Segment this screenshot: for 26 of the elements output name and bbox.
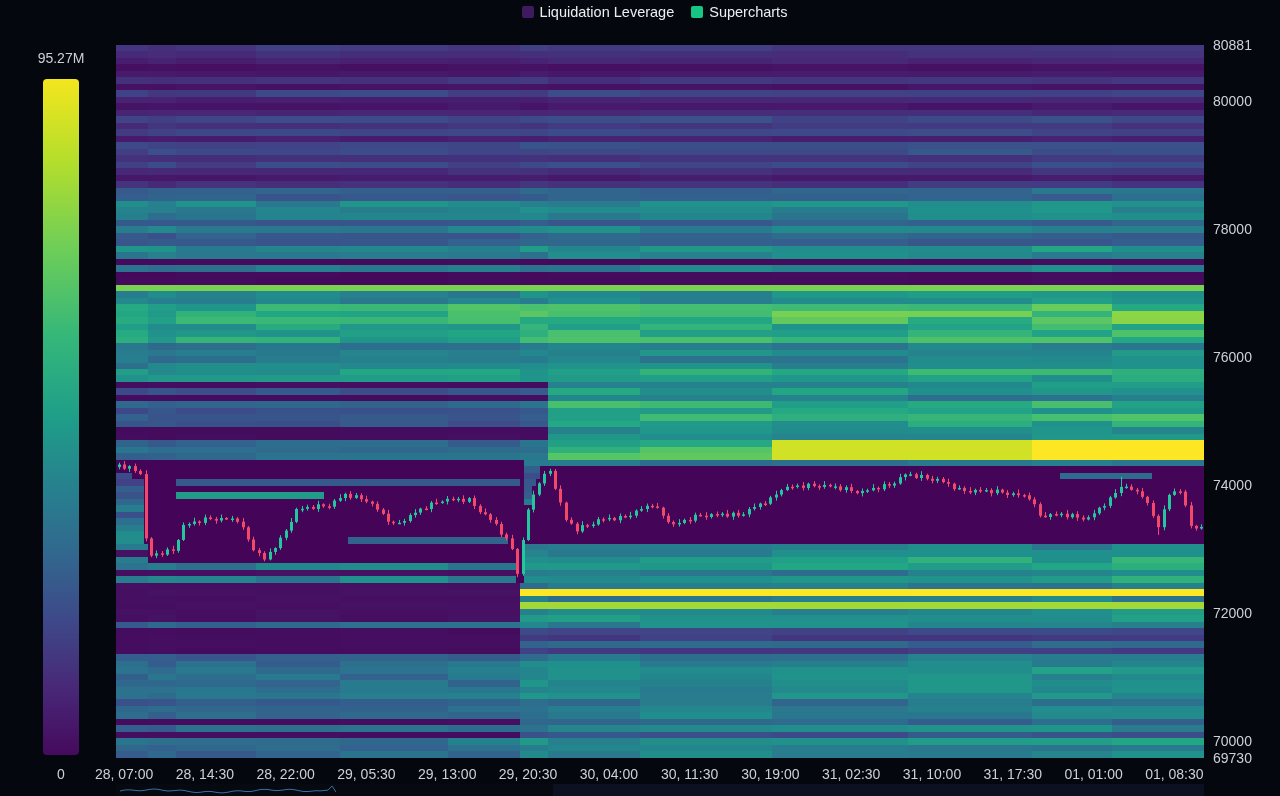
price-axis-label: 70000 [1213,732,1252,749]
time-axis-label: 01, 08:30 [1145,766,1204,782]
legend-item[interactable]: Liquidation Leverage [521,4,675,20]
price-axis-label: 76000 [1213,349,1252,366]
time-axis-label: 31, 10:00 [902,766,962,782]
time-axis-label: 30, 04:00 [579,766,638,782]
time-axis-label: 28, 22:00 [256,766,315,782]
time-axis-label: 29, 20:30 [498,766,558,782]
time-axis-label: 30, 19:00 [741,766,800,782]
scale-min-label: 0 [57,766,65,782]
scale-max-label: 95.27M [37,49,85,67]
time-axis-label: 01, 01:00 [1064,766,1123,782]
time-axis-label: 30, 11:30 [660,766,719,782]
price-axis-label: 72000 [1213,604,1252,621]
price-axis-label: 78000 [1213,221,1252,238]
time-axis-label: 29, 13:00 [418,766,477,782]
time-axis-label: 28, 07:00 [94,766,154,782]
time-axis-label: 31, 17:30 [983,766,1042,782]
legend-item[interactable]: Supercharts [691,4,788,20]
time-axis-label: 28, 14:30 [175,766,235,782]
price-axis-label: 69730 [1213,750,1252,766]
time-axis-label: 31, 02:30 [822,766,881,782]
price-axis-label: 80000 [1213,93,1252,110]
price-axis-label: 74000 [1213,476,1252,493]
time-axis-label: 29, 05:30 [337,766,396,782]
price-axis-label: 80881 [1213,37,1252,53]
